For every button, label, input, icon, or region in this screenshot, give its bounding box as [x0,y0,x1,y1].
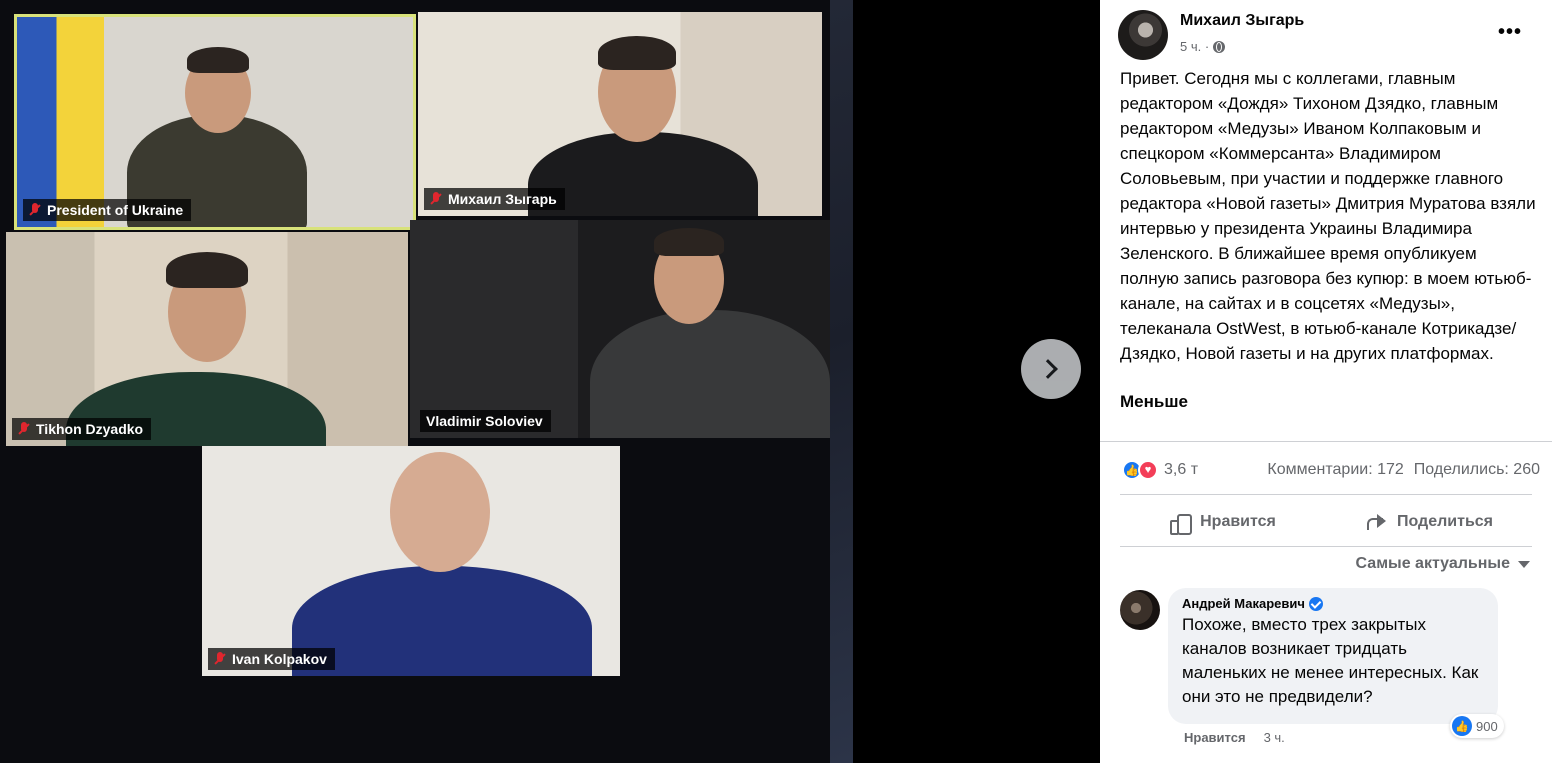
post-header: Михаил Зыгарь 5 ч. · ••• [1118,10,1538,60]
divider [1120,494,1532,495]
participant-name-tag: Tikhon Dzyadko [12,418,152,440]
video-tile-kolpakov: Ivan Kolpakov [202,446,620,676]
like-button[interactable]: Нравится [1120,502,1326,542]
commenter-avatar[interactable] [1120,590,1160,630]
next-photo-button[interactable] [1021,339,1081,399]
post-photo[interactable]: President of Ukraine Михаил Зыгарь Tikho… [0,0,853,763]
participant-name-tag: Vladimir Soloviev [420,410,551,432]
comment-like-button[interactable]: Нравится [1184,730,1246,745]
video-call-screen: President of Ukraine Михаил Зыгарь Tikho… [0,0,830,763]
participant-name-tag: Михаил Зыгарь [424,188,565,210]
comment-reaction-count: 900 [1476,718,1498,734]
mic-muted-icon [430,192,442,206]
video-tile-soloviev: Vladimir Soloviev [410,220,830,438]
divider [1100,441,1552,442]
like-reaction-icon: 👍 [1452,716,1472,736]
video-tile-president: President of Ukraine [14,14,416,230]
commenter-name[interactable]: Андрей Макаревич [1182,596,1484,611]
participant-name-tag: President of Ukraine [23,199,192,221]
post-meta: 5 ч. · [1180,39,1226,54]
video-tile-zygar: Михаил Зыгарь [418,12,822,216]
author-avatar[interactable] [1118,10,1168,60]
share-count[interactable]: Поделились: 260 [1414,461,1540,479]
verified-badge-icon [1308,596,1323,611]
post-stats: 👍 ♥ 3,6 т Комментарии: 172 Поделились: 2… [1122,457,1540,483]
more-options-button[interactable]: ••• [1492,18,1528,46]
thumb-up-icon [1170,512,1193,535]
comment-text: Похоже, вместо трех закрытых каналов воз… [1182,615,1479,706]
photo-viewer: President of Ukraine Михаил Зыгарь Tikho… [0,0,1100,763]
divider [1120,546,1532,547]
participant-name: Tikhon Dzyadko [36,421,144,437]
participant-name-tag: Ivan Kolpakov [208,648,335,670]
share-icon [1365,513,1387,531]
participant-name: President of Ukraine [47,202,184,218]
reaction-count[interactable]: 3,6 т [1164,461,1198,479]
author-name[interactable]: Михаил Зыгарь [1180,12,1304,30]
caret-down-icon [1518,560,1530,568]
share-button[interactable]: Поделиться [1326,502,1532,542]
mic-muted-icon [214,652,226,666]
commenter-name-text: Андрей Макаревич [1182,596,1305,611]
comment-count[interactable]: Комментарии: 172 [1267,461,1403,479]
comment-reactions[interactable]: 👍 900 [1450,714,1504,738]
participant-name: Ivan Kolpakov [232,651,327,667]
like-label: Нравится [1200,513,1276,530]
participant-name: Михаил Зыгарь [448,191,557,207]
video-tile-dzyadko: Tikhon Dzyadko [6,232,408,446]
globe-icon [1213,40,1226,53]
participant-name: Vladimir Soloviev [426,413,543,429]
mic-muted-icon [29,203,41,217]
comment-bubble: Андрей Макаревич Похоже, вместо трех зак… [1168,588,1498,724]
post-actions: Нравится Поделиться [1120,502,1532,542]
share-label: Поделиться [1396,513,1494,530]
comment-footer: Нравится 3 ч. [1184,730,1285,745]
mic-muted-icon [18,422,30,436]
love-reaction-icon: ♥ [1138,460,1158,480]
comment-sort-dropdown[interactable]: Самые актуальные [1356,555,1530,573]
post-text: Привет. Сегодня мы с коллегами, главным … [1120,69,1536,363]
photo-post-page: President of Ukraine Михаил Зыгарь Tikho… [0,0,1552,763]
reaction-icons[interactable]: 👍 ♥ [1122,460,1158,480]
comment-time[interactable]: 3 ч. [1264,730,1285,745]
post-time[interactable]: 5 ч. · [1180,39,1209,54]
sort-label: Самые актуальные [1355,555,1510,572]
chevron-right-icon [1038,359,1058,379]
show-less-link[interactable]: Меньше [1120,392,1188,412]
post-sidebar: Михаил Зыгарь 5 ч. · ••• Привет. Сегодня… [1100,0,1552,763]
